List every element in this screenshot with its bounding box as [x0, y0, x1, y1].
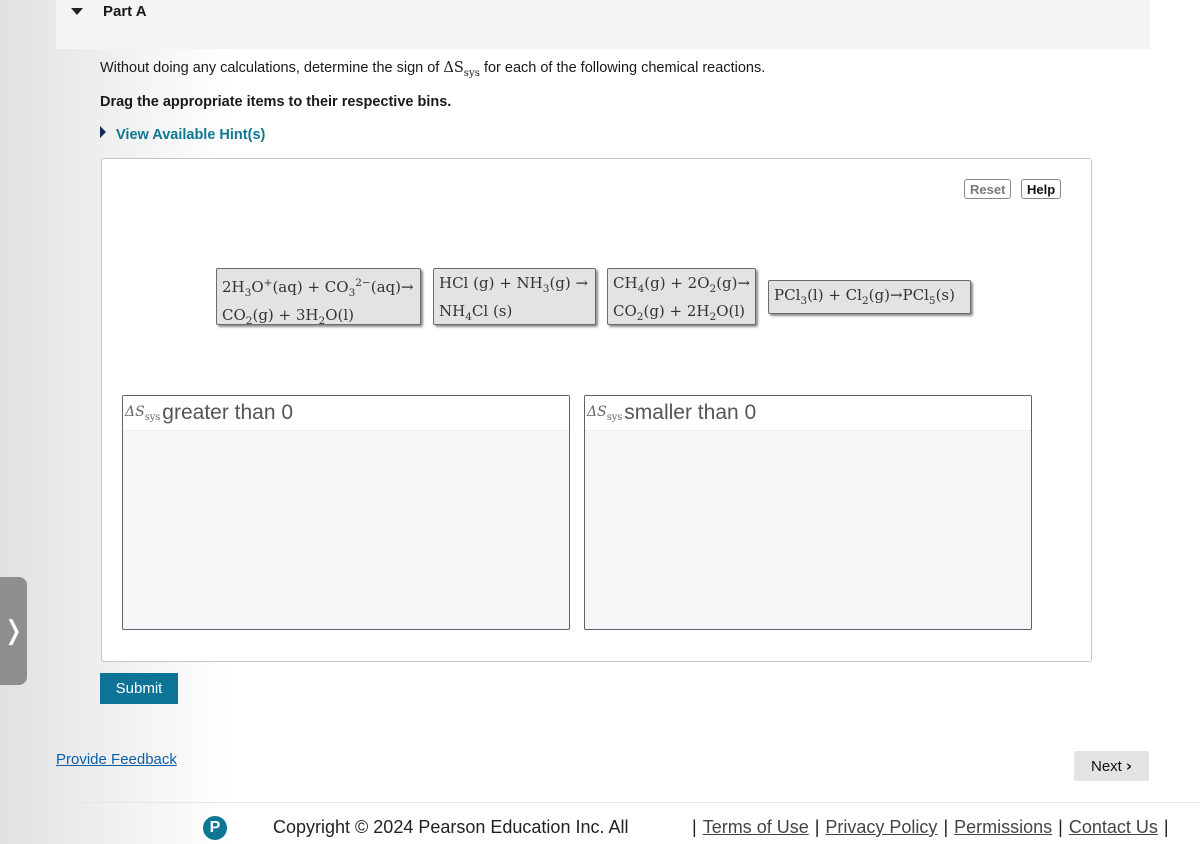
question-text: Without doing any calculations, determin…: [100, 60, 765, 79]
delta-s-sys-symbol: ΔSsys: [443, 60, 480, 79]
caret-down-icon[interactable]: [71, 8, 83, 15]
bin-smaller-than-zero[interactable]: ΔSsys smaller than 0: [584, 395, 1032, 630]
permissions-link[interactable]: Permissions: [954, 817, 1052, 837]
question-suffix: for each of the following chemical react…: [483, 60, 766, 76]
next-button[interactable]: Next ›: [1074, 751, 1149, 781]
privacy-policy-link[interactable]: Privacy Policy: [825, 817, 937, 837]
reaction-item-3[interactable]: CH4(g) + 2O2(g)→ CO2(g) + 2H2O(l): [607, 268, 756, 325]
terms-of-use-link[interactable]: Terms of Use: [703, 817, 809, 837]
part-header[interactable]: [56, 0, 1150, 49]
provide-feedback-link[interactable]: Provide Feedback: [56, 751, 177, 768]
part-title: Part A: [103, 3, 147, 20]
bin-label: greater than 0: [162, 401, 294, 424]
reaction-item-1[interactable]: 2H3O+(aq) + CO32−(aq)→ CO2(g) + 3H2O(l): [216, 268, 421, 327]
caret-right-icon: [100, 126, 106, 138]
pearson-logo-icon: P: [203, 816, 227, 840]
bin-header: ΔSsys greater than 0: [123, 396, 569, 431]
contact-us-link[interactable]: Contact Us: [1069, 817, 1158, 837]
reset-button[interactable]: Reset: [964, 179, 1012, 199]
side-panel-toggle[interactable]: ❭: [0, 577, 27, 685]
footer-divider: [0, 802, 1200, 803]
chevron-right-icon: ›: [1125, 757, 1133, 775]
bin-header: ΔSsys smaller than 0: [585, 396, 1031, 431]
reaction-item-4[interactable]: PCl3(l) + Cl2(g)→PCl5(s): [768, 280, 971, 314]
bin-label: smaller than 0: [624, 401, 757, 424]
footer-links: | Terms of Use | Privacy Policy | Permissions…: [692, 817, 1169, 837]
instruction-text: Drag the appropriate items to their resp…: [100, 94, 452, 110]
copyright-text: Copyright © 2024 Pearson Education Inc. …: [273, 817, 629, 837]
help-button[interactable]: Help: [1021, 179, 1062, 199]
submit-button[interactable]: Submit: [100, 673, 178, 704]
view-hints-label: View Available Hint(s): [116, 127, 266, 143]
question-prefix: Without doing any calculations, determin…: [100, 60, 440, 76]
view-hints-link[interactable]: View Available Hint(s): [100, 126, 265, 143]
bin-greater-than-zero[interactable]: ΔSsys greater than 0: [122, 395, 570, 630]
delta-s-sys-symbol: ΔSsys: [125, 403, 161, 423]
reaction-item-2[interactable]: HCl (g) + NH3(g) → NH4Cl (s): [433, 268, 596, 325]
next-label: Next: [1090, 757, 1122, 775]
delta-s-sys-symbol: ΔSsys: [587, 403, 623, 423]
chevron-right-icon: ❭: [2, 616, 25, 646]
